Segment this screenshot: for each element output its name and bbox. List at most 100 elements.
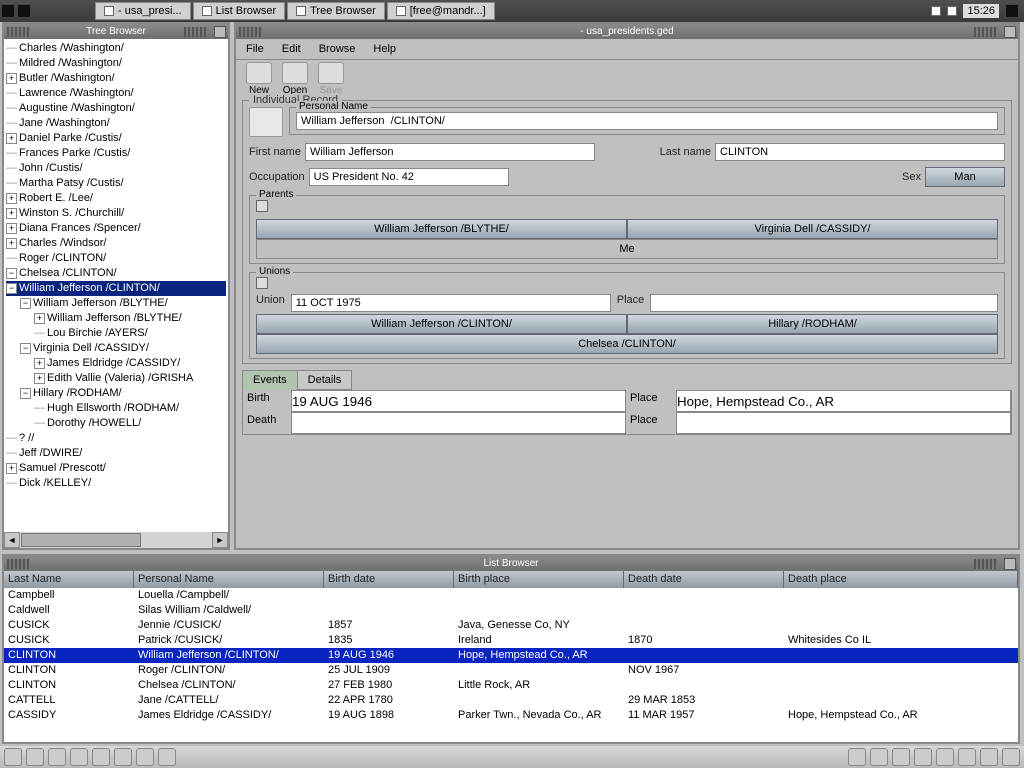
tree-item[interactable]: +James Eldridge /CASSIDY/ <box>6 356 226 371</box>
tray-icon[interactable] <box>870 748 888 766</box>
occupation-input[interactable] <box>309 168 509 186</box>
tray-icon[interactable] <box>1002 748 1020 766</box>
column-header[interactable]: Birth date <box>324 571 454 588</box>
menu-browse[interactable]: Browse <box>319 43 356 55</box>
task-item[interactable]: List Browser <box>193 2 286 20</box>
task-item[interactable]: [free@mandr...] <box>387 2 495 20</box>
union-place-input[interactable] <box>650 294 998 312</box>
launcher-icon[interactable] <box>114 748 132 766</box>
personal-name-input[interactable] <box>296 112 998 130</box>
first-name-input[interactable] <box>305 143 595 161</box>
tree-item[interactable]: +Robert E. /Lee/ <box>6 191 226 206</box>
tray-icon[interactable] <box>931 6 941 16</box>
table-row[interactable]: CATTELLJane /CATTELL/22 APR 178029 MAR 1… <box>4 693 1018 708</box>
tray-icon[interactable] <box>958 748 976 766</box>
tree-item[interactable]: —Dorothy /HOWELL/ <box>6 416 226 431</box>
column-header[interactable]: Last Name <box>4 571 134 588</box>
expand-icon[interactable]: + <box>34 313 45 324</box>
titlebar[interactable]: Tree Browser <box>4 24 228 39</box>
column-header[interactable]: Death place <box>784 571 1018 588</box>
mother-button[interactable]: Virginia Dell /CASSIDY/ <box>627 219 998 239</box>
table-row[interactable]: CLINTONChelsea /CLINTON/27 FEB 1980Littl… <box>4 678 1018 693</box>
expand-icon[interactable]: + <box>6 238 17 249</box>
tree-item[interactable]: —Dick /KELLEY/ <box>6 476 226 491</box>
collapse-icon[interactable]: − <box>20 388 31 399</box>
tab-details[interactable]: Details <box>297 370 353 390</box>
spouse-button[interactable]: William Jefferson /CLINTON/ <box>256 314 627 334</box>
column-header[interactable]: Death date <box>624 571 784 588</box>
table-row[interactable]: CLINTONRoger /CLINTON/25 JUL 1909NOV 196… <box>4 663 1018 678</box>
table-row[interactable]: CUSICKPatrick /CUSICK/1835Ireland1870Whi… <box>4 633 1018 648</box>
tab-events[interactable]: Events <box>242 370 298 390</box>
tree-item[interactable]: —John /Custis/ <box>6 161 226 176</box>
expand-icon[interactable]: + <box>6 133 17 144</box>
task-item[interactable]: Tree Browser <box>287 2 385 20</box>
tree-item[interactable]: +Edith Vallie (Valeria) /GRISHA <box>6 371 226 386</box>
tray-icon[interactable] <box>1005 4 1019 18</box>
tree-item[interactable]: —Martha Patsy /Custis/ <box>6 176 226 191</box>
launcher-icon[interactable] <box>158 748 176 766</box>
death-date-input[interactable] <box>291 412 626 434</box>
launcher-icon[interactable] <box>4 748 22 766</box>
expand-icon[interactable]: + <box>6 73 17 84</box>
scroll-left-icon[interactable]: ◄ <box>4 532 20 548</box>
menu-help[interactable]: Help <box>373 43 396 55</box>
minimize-icon[interactable] <box>214 26 226 38</box>
tray-icon[interactable] <box>892 748 910 766</box>
tree-item[interactable]: —? // <box>6 431 226 446</box>
table-row[interactable]: CampbellLouella /Campbell/ <box>4 588 1018 603</box>
collapse-icon[interactable]: − <box>6 283 17 294</box>
launcher-icon[interactable] <box>26 748 44 766</box>
tree-item[interactable]: −Hillary /RODHAM/ <box>6 386 226 401</box>
tree-item[interactable]: +Charles /Windsor/ <box>6 236 226 251</box>
expand-icon[interactable]: + <box>6 208 17 219</box>
spouse-button[interactable]: Hillary /RODHAM/ <box>627 314 998 334</box>
column-header[interactable]: Personal Name <box>134 571 324 588</box>
tree-item[interactable]: −William Jefferson /CLINTON/ <box>6 281 226 296</box>
tray-icon[interactable] <box>947 6 957 16</box>
expand-icon[interactable]: + <box>6 193 17 204</box>
sex-select[interactable]: Man <box>925 167 1005 187</box>
tree-item[interactable]: —Hugh Ellsworth /RODHAM/ <box>6 401 226 416</box>
collapse-icon[interactable]: − <box>6 268 17 279</box>
tree-item[interactable]: +Samuel /Prescott/ <box>6 461 226 476</box>
table-row[interactable]: CUSICKJennie /CUSICK/1857Java, Genesse C… <box>4 618 1018 633</box>
table-row[interactable]: CASSIDYJames Eldridge /CASSIDY/19 AUG 18… <box>4 708 1018 723</box>
minimize-icon[interactable] <box>1004 558 1016 570</box>
birth-place-input[interactable] <box>676 390 1011 412</box>
death-place-input[interactable] <box>676 412 1011 434</box>
column-header[interactable]: Birth place <box>454 571 624 588</box>
tree-item[interactable]: +William Jefferson /BLYTHE/ <box>6 311 226 326</box>
tree-item[interactable]: −Chelsea /CLINTON/ <box>6 266 226 281</box>
table-row[interactable]: CaldwellSilas William /Caldwell/ <box>4 603 1018 618</box>
tree-item[interactable]: +Butler /Washington/ <box>6 71 226 86</box>
tree-item[interactable]: —Augustine /Washington/ <box>6 101 226 116</box>
tree-item[interactable]: +Diana Frances /Spencer/ <box>6 221 226 236</box>
tree-item[interactable]: —Lawrence /Washington/ <box>6 86 226 101</box>
launcher-icon[interactable] <box>70 748 88 766</box>
menu-file[interactable]: File <box>246 43 264 55</box>
titlebar[interactable]: - usa_presidents.ged <box>236 24 1018 39</box>
birth-date-input[interactable] <box>291 390 626 412</box>
tree-item[interactable]: −William Jefferson /BLYTHE/ <box>6 296 226 311</box>
tray-icon[interactable] <box>980 748 998 766</box>
tree-item[interactable]: +Winston S. /Churchill/ <box>6 206 226 221</box>
menu-edit[interactable]: Edit <box>282 43 301 55</box>
task-item[interactable]: - usa_presi... <box>95 2 191 20</box>
tree-item[interactable]: −Virginia Dell /CASSIDY/ <box>6 341 226 356</box>
scroll-right-icon[interactable]: ► <box>212 532 228 548</box>
tree-list[interactable]: —Charles /Washington/—Mildred /Washingto… <box>4 39 228 493</box>
tray-icon[interactable] <box>848 748 866 766</box>
pager-icon[interactable] <box>1 4 15 18</box>
tree-item[interactable]: —Jeff /DWIRE/ <box>6 446 226 461</box>
new-button[interactable]: New <box>246 62 272 96</box>
union-date-input[interactable] <box>291 294 611 312</box>
titlebar[interactable]: List Browser <box>4 556 1018 571</box>
close-icon[interactable] <box>1004 26 1016 38</box>
tray-icon[interactable] <box>914 748 932 766</box>
tree-item[interactable]: +Daniel Parke /Custis/ <box>6 131 226 146</box>
launcher-icon[interactable] <box>48 748 66 766</box>
father-button[interactable]: William Jefferson /BLYTHE/ <box>256 219 627 239</box>
tree-item[interactable]: —Roger /CLINTON/ <box>6 251 226 266</box>
expand-icon[interactable]: + <box>34 373 45 384</box>
